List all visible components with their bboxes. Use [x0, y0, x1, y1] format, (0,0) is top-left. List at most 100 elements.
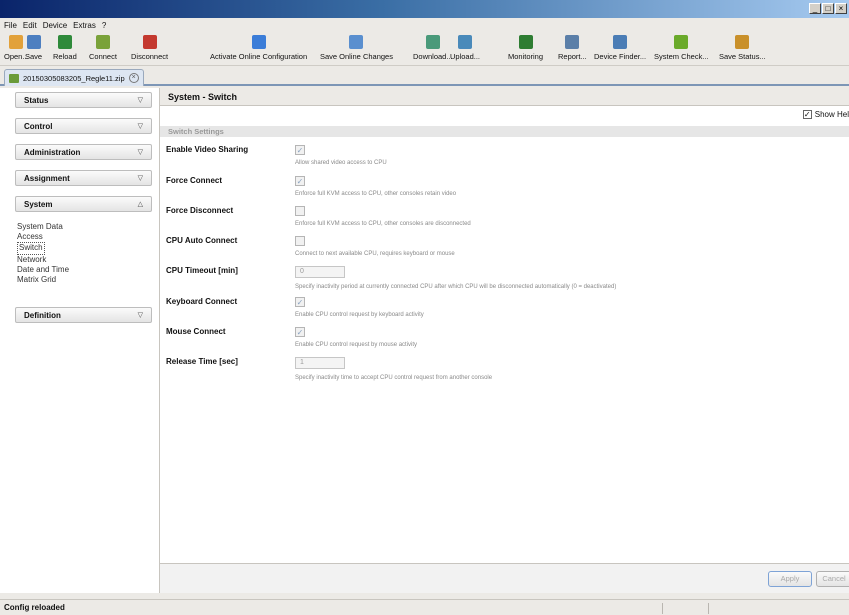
cpu-auto-connect-checkbox[interactable]	[295, 236, 305, 246]
chevron-up-icon: △	[137, 201, 143, 208]
report-icon	[565, 35, 580, 49]
setting-label: Force Connect	[166, 176, 223, 185]
status-divider	[708, 603, 709, 614]
setting-hint: Enable CPU control request by keyboard a…	[295, 312, 424, 318]
report-button[interactable]: Report...	[558, 35, 587, 61]
check-icon	[674, 35, 689, 49]
force-disconnect-checkbox[interactable]	[295, 206, 305, 216]
keyboard-connect-checkbox[interactable]: ✓	[295, 297, 305, 307]
upload-icon	[458, 35, 473, 49]
zip-file-icon	[9, 73, 19, 83]
sidebar-section-control[interactable]: Control ▽	[15, 118, 152, 134]
show-help-label: Show Hel	[814, 110, 849, 119]
sidebar-section-administration[interactable]: Administration ▽	[15, 144, 152, 160]
toolbar: Open... Save Reload Connect Disconnect A…	[0, 32, 849, 66]
reload-button[interactable]: Reload	[53, 35, 77, 61]
save-online-icon	[349, 35, 364, 49]
setting-hint: Enforce full KVM access to CPU, other co…	[295, 221, 471, 227]
sidebar-item-date-and-time[interactable]: Date and Time	[17, 265, 69, 275]
enable-video-sharing-checkbox[interactable]: ✓	[295, 145, 305, 155]
main-panel: System - Switch ✓ Show Hel Switch Settin…	[160, 88, 849, 593]
menu-help[interactable]: ?	[102, 21, 106, 30]
sidebar-item-matrix-grid[interactable]: Matrix Grid	[17, 275, 69, 285]
save-status-button[interactable]: Save Status...	[719, 35, 766, 61]
cpu-timeout-field[interactable]: 0	[295, 266, 345, 278]
minimize-icon[interactable]: _	[809, 3, 821, 14]
setting-hint: Enable CPU control request by mouse acti…	[295, 342, 418, 348]
show-help-toggle[interactable]: ✓ Show Hel	[802, 110, 849, 119]
button-bar: Apply Cancel	[160, 563, 849, 593]
window-controls: _ □ ×	[809, 3, 847, 14]
disconnect-button[interactable]: Disconnect	[131, 35, 168, 61]
setting-hint: Connect to next available CPU, requires …	[295, 251, 455, 257]
setting-label: Release Time [sec]	[166, 357, 238, 366]
cancel-button[interactable]: Cancel	[816, 571, 849, 587]
activate-config-icon	[251, 35, 266, 49]
connect-button[interactable]: Connect	[89, 35, 117, 61]
navigation-sidebar: Status ▽ Control ▽ Administration ▽ Assignm…	[0, 88, 160, 593]
chevron-down-icon: ▽	[137, 97, 143, 104]
monitoring-icon	[518, 35, 533, 49]
mouse-connect-checkbox[interactable]: ✓	[295, 327, 305, 337]
status-divider	[662, 603, 663, 614]
chevron-down-icon: ▽	[137, 175, 143, 182]
setting-hint: Enforce full KVM access to CPU, other co…	[295, 191, 457, 197]
download-icon	[425, 35, 440, 49]
setting-label: Mouse Connect	[166, 327, 226, 336]
upload-button[interactable]: Upload...	[450, 35, 480, 61]
setting-label: CPU Auto Connect	[166, 236, 238, 245]
setting-hint: Specify inactivity time to accept CPU co…	[295, 375, 493, 381]
sidebar-item-access[interactable]: Access	[17, 232, 69, 242]
save-button[interactable]: Save	[25, 35, 42, 61]
chevron-down-icon: ▽	[137, 123, 143, 130]
tab-label: 20150305083205_Regle11.zip	[23, 73, 125, 83]
menu-bar: File Edit Device Extras ?	[0, 18, 849, 32]
section-header: Switch Settings	[160, 126, 849, 137]
status-message: Config reloaded	[4, 603, 65, 612]
sidebar-item-switch[interactable]: Switch	[17, 242, 45, 255]
sidebar-section-status[interactable]: Status ▽	[15, 92, 152, 108]
menu-file[interactable]: File	[4, 21, 17, 30]
show-help-checkbox[interactable]: ✓	[802, 110, 812, 119]
sidebar-item-system-data[interactable]: System Data	[17, 222, 69, 232]
sidebar-section-definition[interactable]: Definition ▽	[15, 307, 152, 323]
disconnect-icon	[142, 35, 157, 49]
connect-icon	[95, 35, 110, 49]
page-title: System - Switch	[160, 88, 849, 106]
folder-icon	[9, 35, 24, 49]
menu-extras[interactable]: Extras	[73, 21, 96, 30]
menu-device[interactable]: Device	[43, 21, 67, 30]
monitoring-button[interactable]: Monitoring	[508, 35, 543, 61]
window-titlebar: _ □ ×	[0, 0, 849, 18]
status-bar: Config reloaded	[0, 599, 849, 615]
download-button[interactable]: Download...	[413, 35, 453, 61]
setting-hint: Specify inactivity period at currently c…	[295, 284, 617, 290]
device-finder-button[interactable]: Device Finder...	[594, 35, 646, 61]
close-tab-icon[interactable]: ×	[128, 73, 139, 83]
tab-config-file[interactable]: 20150305083205_Regle11.zip ×	[4, 69, 144, 86]
sidebar-section-system[interactable]: System △	[15, 196, 152, 212]
save-icon	[26, 35, 41, 49]
setting-label: Keyboard Connect	[166, 297, 238, 306]
release-time-field[interactable]: 1	[295, 357, 345, 369]
sidebar-item-network[interactable]: Network	[17, 255, 69, 265]
sidebar-section-assignment[interactable]: Assignment ▽	[15, 170, 152, 186]
maximize-icon[interactable]: □	[822, 3, 834, 14]
chevron-down-icon: ▽	[137, 312, 143, 319]
setting-label: Enable Video Sharing	[166, 145, 249, 154]
system-subitems: System Data Access Switch Network Date a…	[17, 222, 69, 285]
menu-edit[interactable]: Edit	[23, 21, 37, 30]
setting-hint: Allow shared video access to CPU	[295, 160, 387, 166]
activate-online-configuration-button[interactable]: Activate Online Configuration	[210, 35, 307, 61]
setting-label: CPU Timeout [min]	[166, 266, 238, 275]
system-check-button[interactable]: System Check...	[654, 35, 709, 61]
chevron-down-icon: ▽	[137, 149, 143, 156]
save-online-changes-button[interactable]: Save Online Changes	[320, 35, 393, 61]
close-icon[interactable]: ×	[835, 3, 847, 14]
force-connect-checkbox[interactable]: ✓	[295, 176, 305, 186]
device-finder-icon	[613, 35, 628, 49]
document-tabstrip: 20150305083205_Regle11.zip ×	[0, 66, 849, 86]
reload-icon	[57, 35, 72, 49]
apply-button[interactable]: Apply	[768, 571, 812, 587]
setting-label: Force Disconnect	[166, 206, 234, 215]
